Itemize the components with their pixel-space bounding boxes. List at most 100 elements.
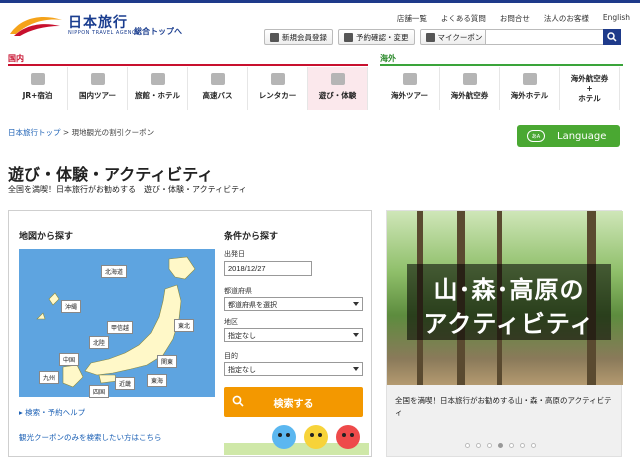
banner-caption[interactable]: 全国を満喫！日本旅行がお勧めする山・森・高原のアクティビティ bbox=[395, 395, 615, 419]
search-icon bbox=[607, 32, 617, 42]
nav-overseas-hotel[interactable]: 海外ホテル bbox=[500, 67, 560, 110]
overseas-section-label: 海外 bbox=[380, 54, 396, 63]
date-label: 出発日 bbox=[224, 250, 245, 258]
map-region-kanto[interactable]: 関東 bbox=[157, 355, 178, 368]
search-panel: 地図から探す 条件から探す 北海道 沖縄 甲信越 北陸 東北 中国 関東 九州 … bbox=[8, 210, 372, 457]
overseas-divider bbox=[380, 64, 623, 66]
breadcrumb-current: 現地観光の割引クーポン bbox=[71, 128, 155, 137]
prefecture-label: 都道府県 bbox=[224, 287, 252, 295]
utility-link-faq[interactable]: よくある質問 bbox=[441, 13, 486, 24]
logo-name: 日本旅行 bbox=[68, 15, 128, 31]
breadcrumb: 日本旅行トップ > 現地観光の割引クーポン bbox=[8, 127, 154, 138]
carousel-dot-active[interactable] bbox=[498, 443, 503, 448]
map-region-okinawa[interactable]: 沖縄 bbox=[61, 300, 82, 313]
map-region-hokuriku[interactable]: 北陸 bbox=[89, 336, 110, 349]
domestic-section-label: 国内 bbox=[8, 54, 24, 63]
plane-icon bbox=[90, 73, 105, 85]
language-label: Language bbox=[557, 130, 607, 142]
utility-link-english[interactable]: English bbox=[603, 13, 630, 24]
carousel-dot[interactable] bbox=[465, 443, 470, 448]
globe-icon bbox=[402, 73, 417, 85]
area-label: 地区 bbox=[224, 318, 238, 326]
map-region-tohoku[interactable]: 東北 bbox=[174, 319, 195, 332]
language-bubble-icon: あA bbox=[527, 130, 545, 142]
train-icon bbox=[30, 73, 45, 85]
search-icon bbox=[232, 395, 244, 407]
coupon-icon bbox=[425, 32, 435, 42]
chevron-down-icon bbox=[353, 367, 359, 371]
map-region-tokai[interactable]: 東海 bbox=[147, 374, 168, 387]
condition-search-heading: 条件から探す bbox=[224, 232, 279, 242]
site-logo[interactable]: 日本旅行 NIPPON TRAVEL AGENCY 総合トップへ bbox=[8, 10, 183, 40]
building-icon bbox=[522, 73, 537, 85]
car-icon bbox=[270, 73, 285, 85]
chevron-down-icon bbox=[353, 302, 359, 306]
bus-icon bbox=[210, 73, 225, 85]
nav-overseas-flight[interactable]: 海外航空券 bbox=[440, 67, 500, 110]
chevron-down-icon bbox=[353, 333, 359, 337]
utility-link-contact[interactable]: お問合せ bbox=[500, 13, 530, 24]
utility-link-corporate[interactable]: 法人のお客様 bbox=[544, 13, 589, 24]
map-search-heading: 地図から探す bbox=[19, 232, 74, 242]
person-icon bbox=[344, 32, 353, 42]
utility-link-stores[interactable]: 店舗一覧 bbox=[397, 13, 427, 24]
language-button[interactable]: あA Language bbox=[517, 125, 620, 147]
nav-highway-bus[interactable]: 高速バス bbox=[188, 67, 248, 110]
top-accent-line bbox=[0, 0, 640, 3]
carousel-dots bbox=[465, 443, 536, 448]
prefecture-select[interactable]: 都道府県を選択 bbox=[224, 297, 363, 311]
map-region-shikoku[interactable]: 四国 bbox=[89, 385, 110, 398]
airplane-icon bbox=[462, 73, 477, 85]
carousel-dot[interactable] bbox=[531, 443, 536, 448]
banner-line2: アクティビティ bbox=[423, 310, 595, 338]
logo-swoosh-icon bbox=[10, 16, 62, 36]
logo-sub: NIPPON TRAVEL AGENCY bbox=[68, 30, 140, 36]
site-search-input[interactable] bbox=[485, 29, 620, 45]
carousel-dot[interactable] bbox=[476, 443, 481, 448]
map-region-kyushu[interactable]: 九州 bbox=[39, 371, 60, 384]
map-region-koshinetsu[interactable]: 甲信越 bbox=[107, 321, 134, 334]
breadcrumb-home[interactable]: 日本旅行トップ bbox=[8, 128, 61, 137]
register-button[interactable]: 新規会員登録 bbox=[264, 29, 333, 45]
utility-links: 店舗一覧 よくある質問 お問合せ 法人のお客様 English bbox=[397, 13, 630, 24]
coupon-only-link[interactable]: 観光クーポンのみを検索したい方はこちら bbox=[19, 432, 162, 443]
page-subtitle: 全国を満喫！日本旅行がお勧めする 遊び・体験・アクティビティ bbox=[8, 185, 247, 194]
map-region-kinki[interactable]: 近畿 bbox=[115, 377, 136, 390]
nav-flight-hotel[interactable]: 海外航空券 + ホテル bbox=[560, 67, 620, 110]
search-submit-button[interactable]: 検索する bbox=[224, 387, 363, 417]
banner-line1: 山･森･高原の bbox=[433, 276, 585, 304]
nav-overseas-tour[interactable]: 海外ツアー bbox=[380, 67, 440, 110]
breadcrumb-sep: > bbox=[62, 128, 70, 137]
my-coupon-button[interactable]: マイクーポン bbox=[419, 29, 489, 45]
activity-banner[interactable]: 山･森･高原の アクティビティ 全国を満喫！日本旅行がお勧めする山・森・高原のア… bbox=[386, 210, 623, 457]
page-title: 遊び・体験・アクティビティ bbox=[8, 165, 214, 184]
purpose-select[interactable]: 指定なし bbox=[224, 362, 363, 376]
site-search-button[interactable] bbox=[603, 29, 621, 45]
nav-activities[interactable]: 遊び・体験 bbox=[308, 67, 368, 110]
banner-overlay: 山･森･高原の アクティビティ bbox=[407, 264, 611, 340]
departure-date-input[interactable] bbox=[224, 261, 312, 276]
purpose-label: 目的 bbox=[224, 352, 238, 360]
search-help-link[interactable]: ▸ 検索・予約ヘルプ bbox=[19, 407, 85, 418]
nav-jr-hotel[interactable]: JR+宿泊 bbox=[8, 67, 68, 110]
ticket-icon bbox=[330, 73, 345, 85]
nav-domestic-tour[interactable]: 国内ツアー bbox=[68, 67, 128, 110]
carousel-dot[interactable] bbox=[520, 443, 525, 448]
forest-photo: 山･森･高原の アクティビティ bbox=[387, 211, 623, 385]
map-region-chugoku[interactable]: 中国 bbox=[59, 353, 80, 366]
carousel-dot[interactable] bbox=[509, 443, 514, 448]
nav-ryokan-hotel[interactable]: 旅館・ホテル bbox=[128, 67, 188, 110]
pencil-icon bbox=[270, 32, 279, 42]
domestic-divider bbox=[8, 64, 368, 66]
japan-map[interactable]: 北海道 沖縄 甲信越 北陸 東北 中国 関東 九州 近畿 東海 四国 bbox=[19, 249, 215, 398]
carousel-dot[interactable] bbox=[487, 443, 492, 448]
area-select[interactable]: 指定なし bbox=[224, 328, 363, 342]
map-region-hokkaido[interactable]: 北海道 bbox=[101, 265, 128, 278]
to-top-link[interactable]: 総合トップへ bbox=[134, 26, 182, 37]
account-actions: 新規会員登録 予約確認・変更 マイクーポン bbox=[264, 29, 489, 45]
overseas-nav: 海外ツアー 海外航空券 海外ホテル 海外航空券 + ホテル bbox=[380, 67, 620, 110]
reservation-button[interactable]: 予約確認・変更 bbox=[338, 29, 415, 45]
domestic-nav: JR+宿泊 国内ツアー 旅館・ホテル 高速バス レンタカー 遊び・体験 bbox=[8, 67, 368, 110]
nav-rental-car[interactable]: レンタカー bbox=[248, 67, 308, 110]
hotel-icon bbox=[150, 73, 165, 85]
